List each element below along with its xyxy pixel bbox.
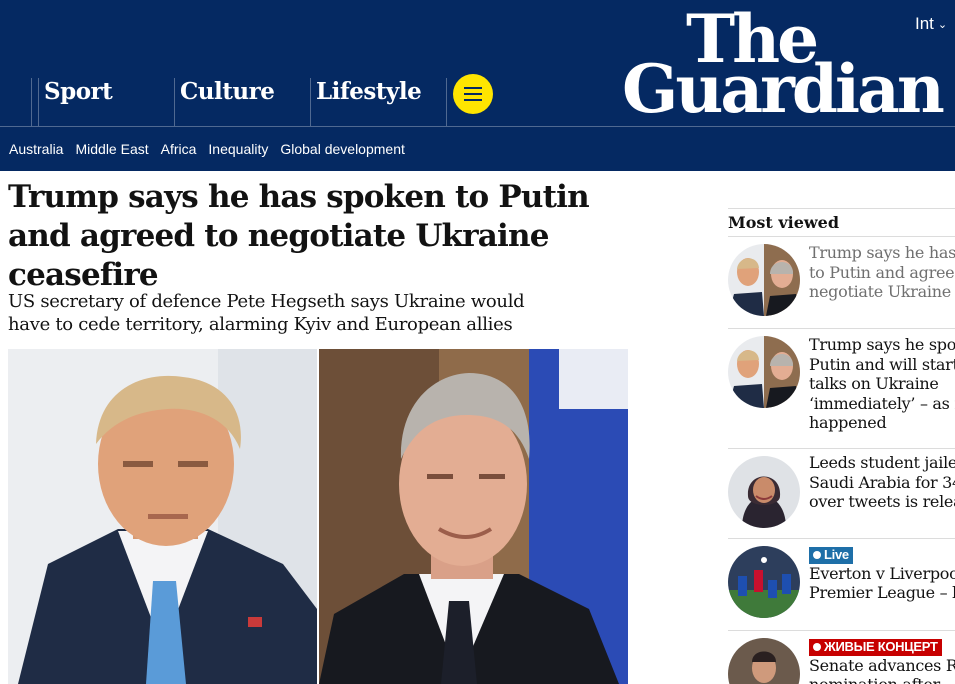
item-line: negotiate Ukraine c <box>809 282 955 301</box>
item-line: ‘immediately’ – as it <box>809 393 955 413</box>
item-headline: Live Everton v Liverpoo Premier League –… <box>809 544 955 603</box>
item-line: nomination after <box>809 675 955 684</box>
item-thumbnail <box>728 336 800 408</box>
pillar-culture[interactable]: Culture <box>174 78 311 126</box>
item-line: Putin and will start <box>809 354 955 374</box>
pillar-lifestyle[interactable]: Lifestyle <box>310 78 447 126</box>
most-viewed-item[interactable]: Trump says he has to Putin and agreed ne… <box>728 236 955 328</box>
item-line: Senate advances RF <box>809 655 955 675</box>
pillar-sport[interactable]: Sport <box>38 78 175 126</box>
live-badge: Live <box>809 546 853 564</box>
item-headline: ЖИВЫЕ КОНЦЕРТ Senate advances RF nominat… <box>809 636 955 684</box>
item-line: happened <box>809 413 887 432</box>
live-badge-row: Live <box>809 544 955 564</box>
edition-switcher[interactable]: Int ⌄ <box>915 14 947 34</box>
item-separator <box>728 630 955 631</box>
hamburger-icon-line <box>464 93 482 95</box>
sidebar-top-rule <box>728 208 955 209</box>
menu-button[interactable] <box>453 74 493 114</box>
item-line: Everton v Liverpoo <box>809 563 955 583</box>
live-badge-label: Live <box>824 547 849 563</box>
live-badge-label: ЖИВЫЕ КОНЦЕРТ <box>824 639 938 655</box>
item-thumbnail <box>728 638 800 684</box>
portrait-right-illustration <box>319 349 628 684</box>
hamburger-icon-line <box>464 99 482 101</box>
portrait-left-illustration <box>8 349 317 684</box>
live-dot-icon <box>813 643 821 651</box>
item-headline: Trump says he has to Putin and agreed ne… <box>809 243 955 302</box>
most-viewed-title: Most viewed <box>728 213 840 232</box>
item-line: over tweets is relea <box>809 492 955 511</box>
edition-label: Int <box>915 14 934 33</box>
most-viewed-item[interactable]: Live Everton v Liverpoo Premier League –… <box>728 538 955 632</box>
subnav-link-australia[interactable]: Australia <box>9 141 63 157</box>
item-thumbnail <box>728 456 800 528</box>
live-badge-row: ЖИВЫЕ КОНЦЕРТ <box>809 636 955 656</box>
item-line: to Putin and agreed <box>809 262 955 282</box>
item-line: Premier League – li <box>809 583 955 602</box>
item-line: Leeds student jaile <box>809 453 955 472</box>
subnav-link-africa[interactable]: Africa <box>161 141 197 157</box>
item-line: Trump says he spok <box>809 335 955 354</box>
item-thumbnail <box>728 244 800 316</box>
most-viewed-item[interactable]: ЖИВЫЕ КОНЦЕРТ Senate advances RF nominat… <box>728 630 955 684</box>
most-viewed-item[interactable]: Trump says he spok Putin and will start … <box>728 328 955 448</box>
article-headline: Trump says he has spoken to Putin and ag… <box>8 179 590 293</box>
item-line: Saudi Arabia for 34 <box>809 472 955 492</box>
item-headline: Trump says he spok Putin and will start … <box>809 335 955 433</box>
subnav-link-global-development[interactable]: Global development <box>280 141 405 157</box>
live-dot-icon <box>813 551 821 559</box>
pillar-lifestyle-label: Lifestyle <box>316 78 422 105</box>
item-separator <box>728 448 955 449</box>
item-separator <box>728 538 955 539</box>
live-badge: ЖИВЫЕ КОНЦЕРТ <box>809 638 942 656</box>
item-line: talks on Ukraine <box>809 374 939 393</box>
pillar-culture-label: Culture <box>180 78 275 105</box>
item-thumbnail <box>728 546 800 618</box>
pillar-divider <box>446 78 447 126</box>
most-viewed-item[interactable]: Leeds student jaile Saudi Arabia for 34 … <box>728 448 955 540</box>
article-standfirst: US secretary of defence Pete Hegseth say… <box>8 291 525 335</box>
site-header: Int ⌄ The Guardian Sport Culture Lifesty… <box>0 0 955 171</box>
hamburger-icon <box>464 87 482 89</box>
pillar-truncated[interactable] <box>0 78 32 126</box>
logo-line-2: Guardian <box>622 50 945 128</box>
subnav: Australia Middle East Africa Inequality … <box>0 127 955 171</box>
item-separator <box>728 328 955 329</box>
article-photo-left <box>8 349 317 684</box>
item-separator <box>728 236 955 237</box>
item-headline: Leeds student jaile Saudi Arabia for 34 … <box>809 453 955 512</box>
subnav-link-inequality[interactable]: Inequality <box>208 141 268 157</box>
chevron-down-icon: ⌄ <box>937 18 948 31</box>
article-photo-right <box>319 349 628 684</box>
pillar-sport-label: Sport <box>44 78 113 105</box>
subnav-link-middle-east[interactable]: Middle East <box>75 141 148 157</box>
item-line: Trump says he has <box>809 243 955 262</box>
